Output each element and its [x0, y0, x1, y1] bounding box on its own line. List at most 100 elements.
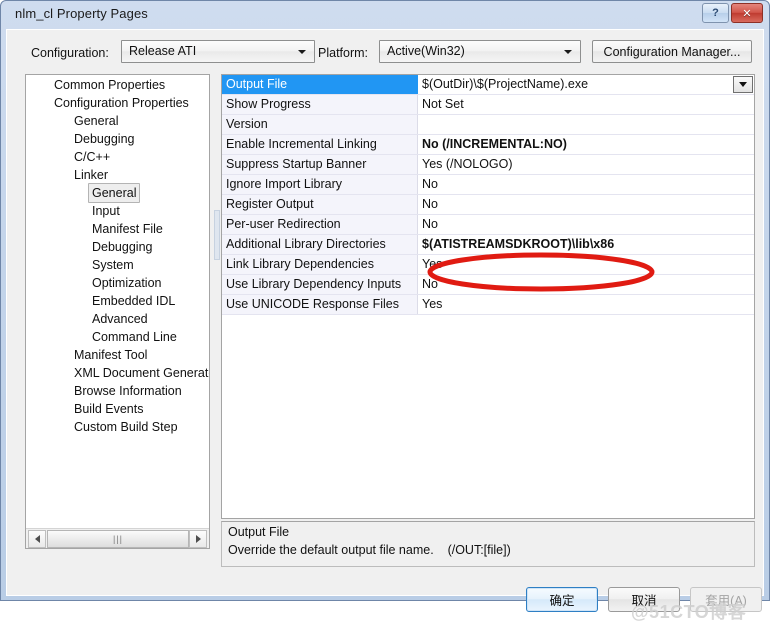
property-name: Enable Incremental Linking [222, 135, 418, 154]
property-value-dropdown-icon[interactable] [733, 76, 753, 93]
tree-item[interactable]: Embedded IDL [26, 291, 209, 309]
property-value[interactable]: No [418, 175, 754, 194]
chevron-down-icon [298, 50, 306, 54]
property-name: Additional Library Directories [222, 235, 418, 254]
scrollbar-grip: ||| [112, 533, 123, 544]
tree-item[interactable]: XML Document Generator [26, 363, 209, 381]
property-tree[interactable]: Common Properties Configuration Propertie… [26, 75, 209, 529]
property-row[interactable]: Additional Library Directories $(ATISTREA… [222, 235, 754, 255]
property-name: Use Library Dependency Inputs [222, 275, 418, 294]
tree-item[interactable]: Browse Information [26, 381, 209, 399]
configuration-select[interactable]: Release ATI [121, 40, 315, 63]
tree-item[interactable]: C/C++ [26, 147, 209, 165]
tree-item-label: Build Events [74, 402, 144, 416]
tree-item-label: Command Line [92, 330, 177, 344]
property-value[interactable]: $(ATISTREAMSDKROOT)\lib\x86 [418, 235, 754, 254]
property-value[interactable]: Not Set [418, 95, 754, 114]
property-row[interactable]: Link Library Dependencies Yes [222, 255, 754, 275]
description-title: Output File [228, 525, 290, 539]
chevron-down-icon [564, 50, 572, 54]
property-value[interactable] [418, 115, 754, 134]
tree-item[interactable]: Command Line [26, 327, 209, 345]
property-row[interactable]: Output File $(OutDir)\$(ProjectName).exe [222, 75, 754, 95]
tree-item-label: Optimization [92, 276, 162, 290]
property-row[interactable]: Suppress Startup Banner Yes (/NOLOGO) [222, 155, 754, 175]
tree-item-label: Debugging [74, 132, 135, 146]
property-name: Per-user Redirection [222, 215, 418, 234]
tree-item-label: Browse Information [74, 384, 182, 398]
configuration-label: Configuration: [31, 46, 109, 60]
property-value[interactable]: Yes [418, 255, 754, 274]
tree-item-label: Custom Build Step [74, 420, 178, 434]
tree-item-label: Configuration Properties [54, 96, 189, 110]
tree-item[interactable]: Optimization [26, 273, 209, 291]
tree-item-label: Debugging [92, 240, 153, 254]
platform-select[interactable]: Active(Win32) [379, 40, 581, 63]
property-value[interactable]: No [418, 195, 754, 214]
scroll-right-icon[interactable] [189, 530, 207, 548]
property-name: Link Library Dependencies [222, 255, 418, 274]
property-row[interactable]: Use UNICODE Response Files Yes [222, 295, 754, 315]
ok-button[interactable]: 确定 [526, 587, 598, 612]
tree-item-label: General [74, 114, 119, 128]
tree-item[interactable]: Input [26, 201, 209, 219]
property-name: Register Output [222, 195, 418, 214]
property-name: Use UNICODE Response Files [222, 295, 418, 314]
property-row[interactable]: Version [222, 115, 754, 135]
property-value[interactable]: Yes [418, 295, 754, 314]
tree-item-label: Manifest Tool [74, 348, 148, 362]
tree-horizontal-scrollbar[interactable]: ||| [26, 528, 209, 548]
tree-item[interactable]: Build Events [26, 399, 209, 417]
window-title: nlm_cl Property Pages [15, 6, 148, 21]
tree-item[interactable]: General [26, 111, 209, 129]
apply-button: 套用(A) [690, 587, 762, 612]
help-icon[interactable]: ? [702, 3, 729, 23]
property-row[interactable]: Register Output No [222, 195, 754, 215]
tree-item-label: Input [92, 204, 120, 218]
tree-item[interactable]: General [26, 183, 209, 203]
property-value[interactable]: No [418, 215, 754, 234]
property-grid[interactable]: Output File $(OutDir)\$(ProjectName).exe S… [221, 74, 755, 519]
tree-item[interactable]: System [26, 255, 209, 273]
tree-item[interactable]: Configuration Properties [26, 93, 209, 111]
tree-item[interactable]: Advanced [26, 309, 209, 327]
tree-item[interactable]: Debugging [26, 129, 209, 147]
tree-item[interactable]: Custom Build Step [26, 417, 209, 435]
description-panel: Output File Override the default output … [221, 521, 755, 567]
tree-item-label: C/C++ [74, 150, 111, 164]
property-name: Version [222, 115, 418, 134]
configuration-bar: Configuration: Release ATI Platform: Act… [7, 30, 763, 70]
dialog-body: Configuration: Release ATI Platform: Act… [6, 29, 764, 622]
property-row[interactable]: Use Library Dependency Inputs No [222, 275, 754, 295]
platform-label: Platform: [318, 46, 369, 60]
property-value[interactable]: No (/INCREMENTAL:NO) [418, 135, 754, 154]
tree-item-label: XML Document Generator [74, 366, 209, 380]
property-name: Suppress Startup Banner [222, 155, 418, 174]
tree-item-label: Linker [74, 168, 109, 182]
tree-item-label: Manifest File [92, 222, 163, 236]
property-row[interactable]: Ignore Import Library No [222, 175, 754, 195]
tree-item[interactable]: Common Properties [26, 75, 209, 93]
tree-item-label: Common Properties [54, 78, 166, 92]
property-row[interactable]: Show Progress Not Set [222, 95, 754, 115]
property-row[interactable]: Per-user Redirection No [222, 215, 754, 235]
configuration-manager-button[interactable]: Configuration Manager... [592, 40, 752, 63]
property-value[interactable]: Yes (/NOLOGO) [418, 155, 754, 174]
tree-item[interactable]: Manifest Tool [26, 345, 209, 363]
tree-item-label: Advanced [92, 312, 148, 326]
configuration-value: Release ATI [129, 44, 197, 58]
property-row[interactable]: Enable Incremental Linking No (/INCREMENT… [222, 135, 754, 155]
scroll-left-icon[interactable] [28, 530, 46, 548]
property-value[interactable]: No [418, 275, 754, 294]
cancel-button[interactable]: 取消 [608, 587, 680, 612]
panel-splitter[interactable] [214, 210, 220, 260]
property-value[interactable]: $(OutDir)\$(ProjectName).exe [418, 75, 754, 94]
tree-item[interactable]: Manifest File [26, 219, 209, 237]
tree-item[interactable]: Debugging [26, 237, 209, 255]
description-text: Override the default output file name. (… [228, 543, 511, 557]
close-icon[interactable]: ✕ [731, 3, 763, 23]
tree-item[interactable]: Linker [26, 165, 209, 183]
property-pages-window: nlm_cl Property Pages ? ✕ Configuration:… [0, 0, 770, 622]
property-name: Output File [222, 75, 418, 94]
scrollbar-thumb[interactable]: ||| [47, 530, 189, 548]
